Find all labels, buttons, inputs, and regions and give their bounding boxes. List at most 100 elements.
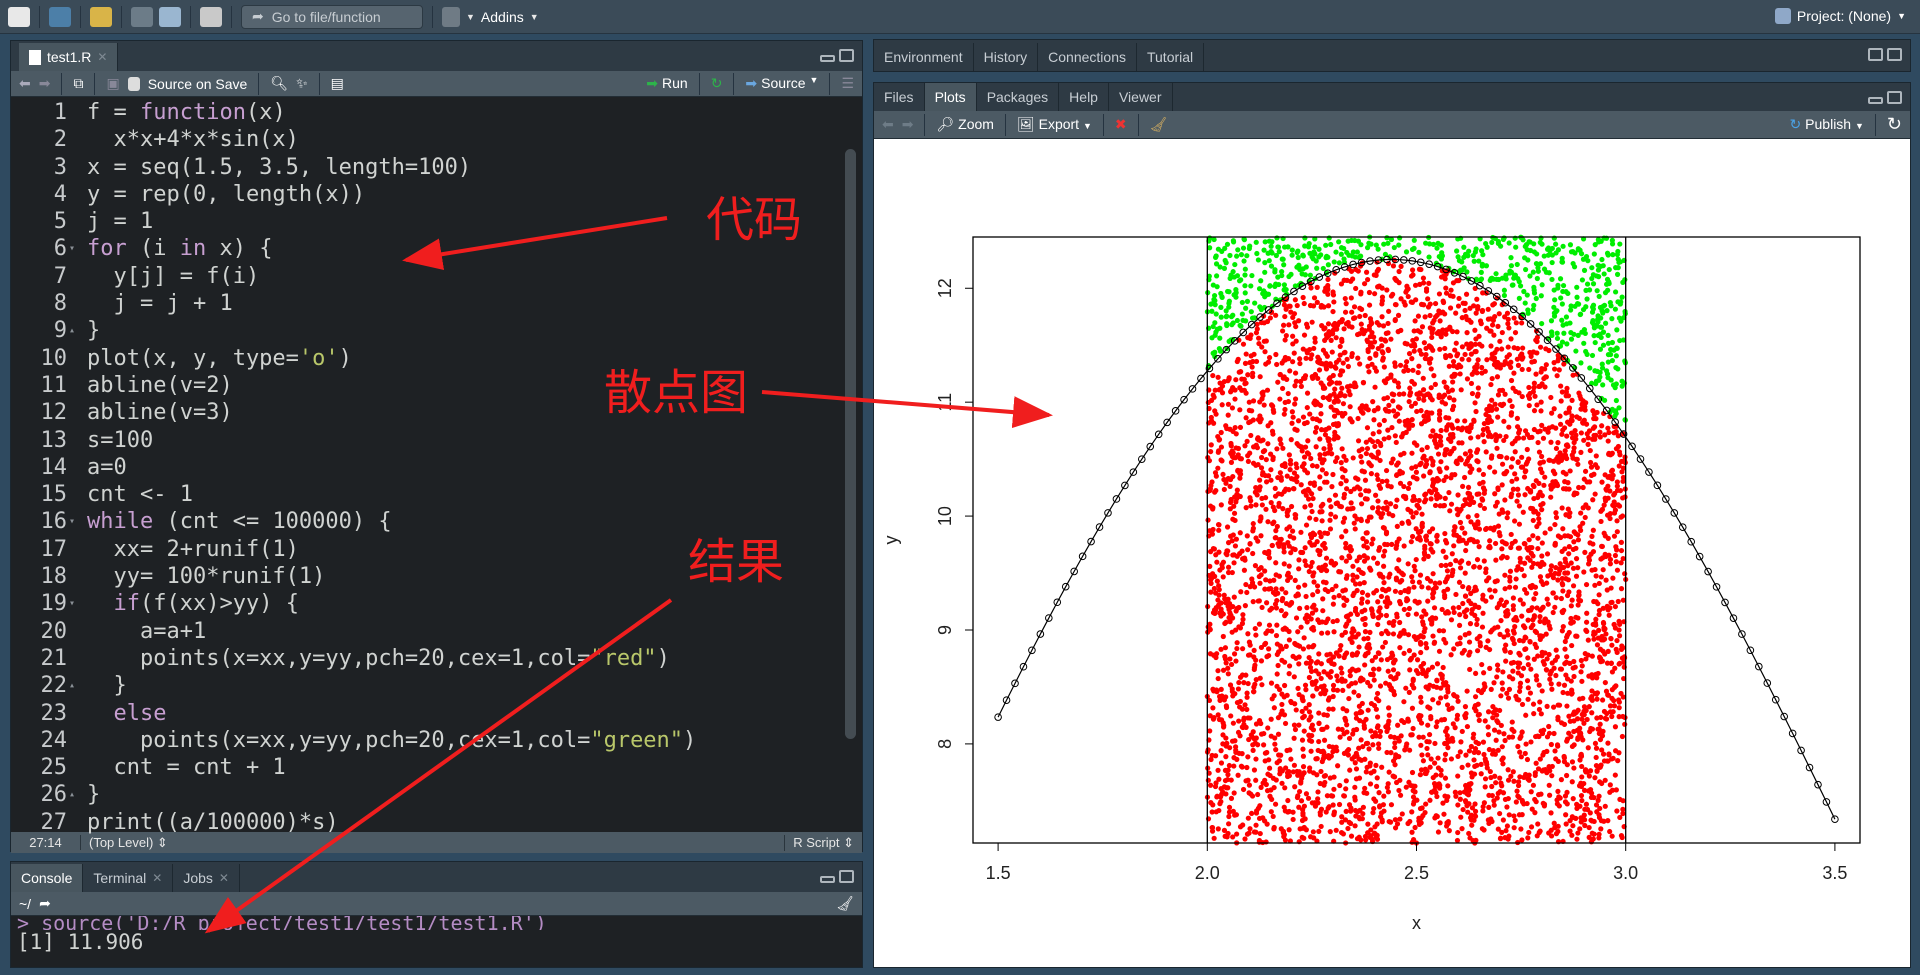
go-to-dir-icon[interactable]: ➦ [39,895,51,912]
close-icon[interactable]: ✕ [219,871,229,885]
tab-files[interactable]: Files [874,83,925,111]
addins-menu[interactable]: Addins [481,9,524,25]
point-red [1378,814,1384,820]
point-red [1502,646,1508,652]
point-green [1289,252,1295,258]
point-red [1379,631,1385,637]
open-folder-icon[interactable] [90,6,112,27]
filetype-selector[interactable]: R Script ⇕ [784,834,862,851]
point-red [1506,352,1512,358]
point-red [1227,506,1233,512]
point-red [1235,686,1242,692]
zoom-button[interactable]: 🔎︎ Zoom [936,116,993,133]
maximize-icon[interactable] [839,870,854,883]
point-red [1479,308,1485,315]
back-icon[interactable]: ⬅ [19,75,31,92]
tab-terminal[interactable]: Terminal ✕ [83,864,174,892]
maximize-icon[interactable] [839,49,854,62]
tab-plots[interactable]: Plots [924,83,977,111]
fold-icon[interactable]: ▾ [69,508,75,535]
point-red [1513,799,1519,805]
broom-icon[interactable]: 🧹︎ [1150,116,1168,133]
rerun-icon[interactable]: ↻ [711,75,723,92]
point-red [1298,624,1304,630]
point-green [1302,235,1308,241]
close-icon[interactable]: ✕ [152,871,162,885]
print-icon[interactable] [200,6,222,27]
project-menu[interactable]: Project: (None) ▼ [1774,8,1906,24]
point-red [1420,387,1427,393]
source-on-save-checkbox[interactable] [127,76,140,91]
restore-icon[interactable] [1868,48,1883,61]
tab-test1-r[interactable]: test1.R ✕ [19,43,119,71]
tab-connections[interactable]: Connections [1038,43,1137,71]
chevron-down-icon[interactable]: ▼ [466,12,475,22]
tab-history[interactable]: History [974,43,1039,71]
point-red [1612,490,1618,497]
point-red [1290,341,1296,347]
point-red [1281,411,1287,417]
minimize-icon[interactable] [820,55,835,62]
fold-icon[interactable]: ▴ [69,781,75,808]
point-red [1378,657,1384,663]
tab-help[interactable]: Help [1059,83,1109,111]
show-in-window-icon[interactable]: ⧉ [73,75,83,92]
tab-console[interactable]: Console [11,864,84,892]
remove-plot-icon[interactable]: ✖ [1115,116,1127,133]
forward-icon[interactable]: ➡ [902,116,914,133]
back-icon[interactable]: ⬅ [882,116,894,133]
publish-button[interactable]: ↻ Publish ▼ [1790,116,1864,133]
save-icon[interactable] [131,6,153,27]
line-number: 20 [40,618,68,644]
point-red [1430,633,1436,639]
minimize-icon[interactable] [1868,97,1883,104]
export-button[interactable]: 🖼︎ Export ▼ [1017,116,1092,133]
restore-icon[interactable] [1887,91,1902,104]
tab-environment[interactable]: Environment [874,43,974,71]
editor-scrollbar[interactable] [845,149,856,739]
run-button[interactable]: ➡ Run [646,75,687,92]
new-project-icon[interactable] [49,6,71,27]
outline-icon[interactable]: ☰ [841,75,854,92]
search-icon[interactable]: 🔍︎ [270,75,288,92]
refresh-icon[interactable]: ↻ [1887,114,1902,135]
fold-icon[interactable]: ▾ [69,235,75,262]
fold-icon[interactable]: ▴ [69,672,75,699]
point-red [1296,557,1302,563]
chevron-down-icon[interactable]: ▼ [530,12,539,22]
console-output[interactable]: > source('D:/R_project/test1/test1/test1… [11,916,862,955]
goto-file-input[interactable]: ➦ Go to file/function [241,4,423,29]
tab-tutorial[interactable]: Tutorial [1137,43,1205,71]
line-number: 10 [40,345,68,371]
close-icon[interactable]: ✕ [97,50,107,64]
magic-wand-icon[interactable]: ✨︎ [296,75,308,92]
scope-selector[interactable]: (Top Level) ⇕ [81,835,784,851]
forward-icon[interactable]: ➡ [39,75,51,92]
clear-console-icon[interactable]: 🧹︎ [836,895,854,912]
save-icon[interactable]: ▣ [106,75,119,92]
tab-viewer[interactable]: Viewer [1109,83,1173,111]
point-red [1539,553,1545,559]
point-green [1338,251,1344,257]
grid-layout-icon[interactable] [442,6,460,27]
point-red [1334,618,1340,624]
new-file-icon[interactable] [8,6,30,27]
fold-icon[interactable]: ▾ [69,590,75,617]
point-red [1451,646,1457,652]
tab-packages[interactable]: Packages [977,83,1060,111]
point-red [1475,385,1481,391]
save-all-icon[interactable] [159,6,181,27]
point-red [1398,630,1404,636]
minimize-icon[interactable] [820,876,835,883]
point-red [1537,607,1544,613]
point-red [1473,837,1479,843]
notebook-icon[interactable]: ▤ [331,75,344,92]
point-red [1455,829,1461,836]
maximize-icon[interactable] [1887,48,1902,61]
fold-icon[interactable]: ▴ [69,317,75,344]
point-red [1490,322,1496,328]
tab-jobs[interactable]: Jobs ✕ [173,864,240,892]
point-red [1234,756,1240,762]
point-red [1465,514,1471,520]
source-button[interactable]: ➡ Source ▼ [745,75,818,92]
